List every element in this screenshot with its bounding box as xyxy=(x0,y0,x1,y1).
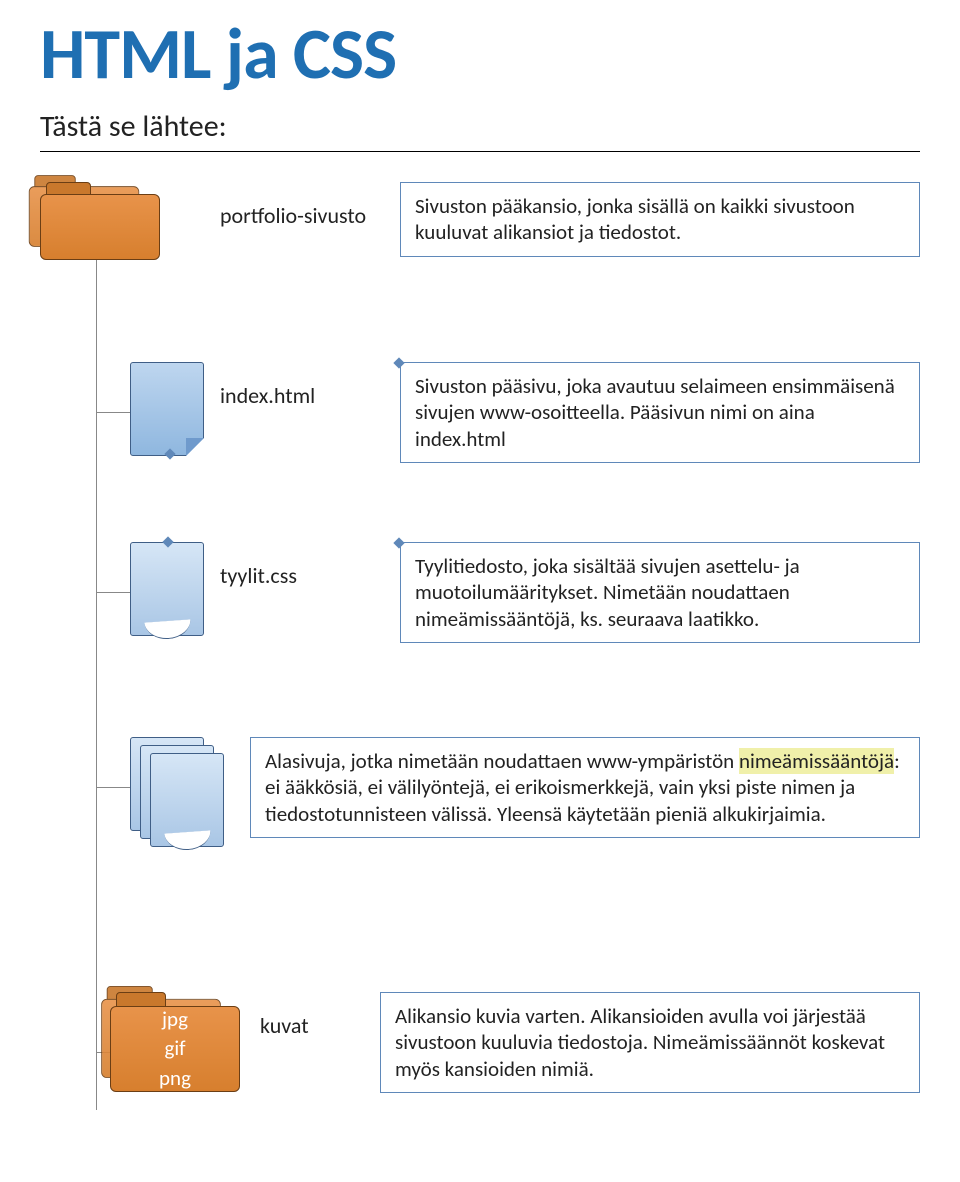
folder-ext: png xyxy=(159,1065,191,1092)
document-icon xyxy=(130,362,204,456)
folder-icon: jpg gif png xyxy=(110,992,240,1092)
folder-ext: gif xyxy=(164,1035,185,1062)
page-subtitle: Tästä se lähtee: xyxy=(40,108,920,145)
description-box: Sivuston pääkansio, jonka sisällä on kai… xyxy=(400,182,920,257)
node-label-css: tyylit.css xyxy=(220,562,400,589)
folder-ext: jpg xyxy=(162,1006,188,1033)
node-label-root: portfolio-sivusto xyxy=(220,202,400,229)
note-icon xyxy=(130,542,204,636)
desc-text: Alasivuja, jotka nimetään noudattaen www… xyxy=(265,748,739,774)
description-box: Sivuston pääsivu, joka avautuu selaimeen… xyxy=(400,362,920,463)
highlighted-term: nimeämissääntöjä xyxy=(739,748,894,774)
description-box: Alasivuja, jotka nimetään noudattaen www… xyxy=(250,737,920,838)
diagram-canvas: portfolio-sivusto Sivuston pääkansio, jo… xyxy=(40,182,920,1162)
divider xyxy=(40,151,920,152)
document-stack-icon xyxy=(130,737,225,847)
description-box: Alikansio kuvia varten. Alikansioiden av… xyxy=(380,992,920,1093)
page-title: HTML ja CSS xyxy=(40,10,920,98)
connector-dot xyxy=(162,536,173,547)
node-label-index: index.html xyxy=(220,382,400,409)
node-label-kuvat: kuvat xyxy=(260,1012,380,1039)
folder-icon xyxy=(40,182,160,260)
description-box: Tyylitiedosto, joka sisältää sivujen ase… xyxy=(400,542,920,643)
